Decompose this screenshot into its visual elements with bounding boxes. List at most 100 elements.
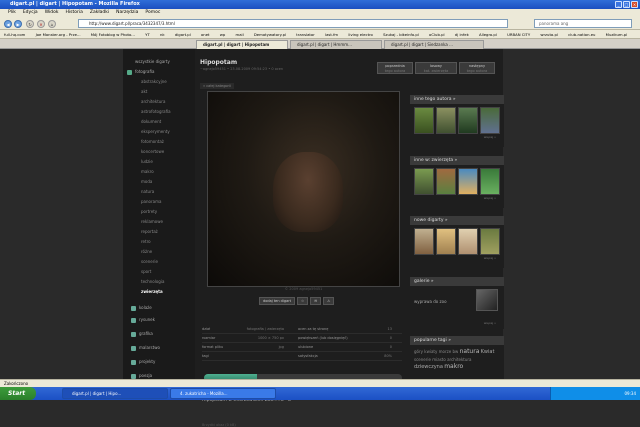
- sidebar-subitem[interactable]: koncertowe: [123, 147, 195, 157]
- mail-icon[interactable]: ✉: [310, 297, 322, 305]
- back-icon[interactable]: ◀: [4, 20, 12, 28]
- sidebar-item-photography[interactable]: fotografia: [123, 67, 195, 77]
- menu-item-file[interactable]: Plik: [8, 9, 16, 17]
- tag-link[interactable]: Kwiat: [481, 349, 495, 355]
- new-works-header[interactable]: nowe digarty »: [410, 216, 504, 225]
- tag-link[interactable]: morze: [439, 349, 452, 354]
- sidebar-subitem[interactable]: technologia: [123, 277, 195, 287]
- sidebar-subitem-selected[interactable]: zwierzęta: [123, 287, 195, 297]
- bookmark-item[interactable]: club-nation.eu: [568, 32, 595, 37]
- thumbnail[interactable]: [414, 107, 434, 134]
- sidebar-item-graphics[interactable]: grafika: [123, 327, 195, 341]
- bookmark-item[interactable]: full-hq.com: [4, 32, 25, 37]
- tag-link[interactable]: góry: [414, 349, 423, 354]
- report-icon[interactable]: ⚠: [323, 297, 335, 305]
- category-works-header[interactable]: inne w: zwierzęta »: [410, 156, 504, 165]
- search-input[interactable]: panorama ang: [534, 19, 632, 28]
- more-link[interactable]: więcej »: [410, 135, 504, 139]
- bookmark-item[interactable]: Demotywatory.pl: [254, 32, 286, 37]
- gallery-header[interactable]: galerie »: [410, 277, 504, 286]
- sidebar-subitem[interactable]: różne: [123, 247, 195, 257]
- tag-link[interactable]: miasto: [432, 357, 446, 362]
- sidebar-subitem[interactable]: reklamowe: [123, 217, 195, 227]
- sidebar-subitem[interactable]: portrety: [123, 207, 195, 217]
- close-button[interactable]: ×: [631, 1, 638, 8]
- bookmark-item[interactable]: living electro: [348, 32, 373, 37]
- bookmark-item[interactable]: oClub.pl: [429, 32, 445, 37]
- sidebar-subitem[interactable]: abstrakcyjne: [123, 77, 195, 87]
- home-icon[interactable]: ⌂: [48, 20, 56, 28]
- sidebar-subitem[interactable]: reportaż: [123, 227, 195, 237]
- stop-icon[interactable]: ×: [37, 20, 45, 28]
- sidebar-item-drawing[interactable]: rysunek: [123, 313, 195, 327]
- bookmark-item[interactable]: Muzikum.pl: [606, 32, 628, 37]
- bookmark-item[interactable]: last.fm: [325, 32, 338, 37]
- comments-link[interactable]: Brzydki okaz (0 kB): [202, 423, 236, 427]
- more-link[interactable]: więcej »: [410, 196, 504, 200]
- sidebar-item-all[interactable]: wszystkie digarty: [123, 57, 195, 67]
- sidebar-item-painting[interactable]: malarstwo: [123, 341, 195, 355]
- bookmark-item[interactable]: Allegro.pl: [479, 32, 497, 37]
- sidebar-subitem[interactable]: natura: [123, 187, 195, 197]
- tag-link[interactable]: makro: [444, 363, 463, 370]
- bookmark-item[interactable]: URBAN CITY: [507, 32, 530, 37]
- thumbnail[interactable]: [436, 107, 456, 134]
- popular-tags-header[interactable]: popularne tagi »: [410, 336, 504, 345]
- tab[interactable]: digart.pl | digart | Hmmm...: [290, 40, 382, 49]
- bookmark-item[interactable]: digart.pl: [175, 32, 191, 37]
- sidebar-subitem[interactable]: astrofotografia: [123, 107, 195, 117]
- bookmark-item[interactable]: mail: [236, 32, 244, 37]
- sidebar-subitem[interactable]: scenerie: [123, 257, 195, 267]
- taskbar-item-firefox[interactable]: digart.pl | digart | Hipo...: [62, 388, 168, 399]
- author-works-header[interactable]: inne tego autora »: [410, 95, 504, 104]
- tag-link[interactable]: scenerie: [414, 357, 431, 362]
- bookmark-item[interactable]: wp: [220, 32, 226, 37]
- start-button[interactable]: Start: [0, 387, 36, 400]
- menu-item-edit[interactable]: Edycja: [23, 9, 38, 17]
- sidebar-item-projects[interactable]: projekty: [123, 355, 195, 369]
- forward-icon[interactable]: ▶: [14, 20, 22, 28]
- tag-link[interactable]: kwiaty: [424, 349, 437, 354]
- thumbnail[interactable]: [458, 228, 478, 255]
- back-to-category-link[interactable]: « całej kategorii: [200, 83, 234, 89]
- tab-active[interactable]: digart.pl | digart | Hipopotam: [196, 40, 288, 49]
- next-button[interactable]: następny tego autora: [459, 62, 495, 74]
- bookmark-item[interactable]: Joe Monster.org - Prze...: [36, 32, 81, 37]
- tag-link[interactable]: dziewczyna: [414, 364, 443, 370]
- tag-link[interactable]: bw: [453, 349, 459, 354]
- more-link[interactable]: więcej »: [410, 256, 504, 260]
- thumbnail[interactable]: [414, 228, 434, 255]
- prev-button[interactable]: poprzednia tego autora: [377, 62, 413, 74]
- menu-item-history[interactable]: Historia: [66, 9, 83, 17]
- menu-item-view[interactable]: Widok: [45, 9, 59, 17]
- sidebar-subitem[interactable]: fotomontaż: [123, 137, 195, 147]
- sidebar-subitem[interactable]: moda: [123, 177, 195, 187]
- reload-icon[interactable]: ↻: [26, 20, 34, 28]
- bookmark-item[interactable]: Szukaj - bikeinfo.pl: [383, 32, 419, 37]
- menu-item-help[interactable]: Pomoc: [145, 9, 160, 17]
- bookmark-item[interactable]: dj infek: [455, 32, 469, 37]
- tag-link[interactable]: natura: [460, 348, 480, 355]
- taskbar-item-window[interactable]: 4. zukatricha - Mozilla...: [170, 388, 276, 399]
- main-photo[interactable]: [207, 91, 400, 287]
- minimize-button[interactable]: _: [615, 1, 622, 8]
- sidebar-subitem[interactable]: architektura: [123, 97, 195, 107]
- gallery-thumbnail[interactable]: [476, 289, 498, 311]
- bookmark-item[interactable]: nk: [160, 32, 165, 37]
- bookmark-item[interactable]: YT: [145, 32, 150, 37]
- add-digart-button[interactable]: dodaj ten digart: [259, 297, 296, 305]
- sidebar-item-collage[interactable]: kolaże: [123, 303, 195, 313]
- thumbnail[interactable]: [414, 168, 434, 195]
- sidebar-subitem[interactable]: ludzie: [123, 157, 195, 167]
- bookmark-item[interactable]: Mój Fotoblog w Photo...: [91, 32, 135, 37]
- maximize-button[interactable]: □: [623, 1, 630, 8]
- gallery-name[interactable]: wyprawa do zoo: [414, 299, 447, 304]
- sidebar-subitem[interactable]: dokument: [123, 117, 195, 127]
- sidebar-subitem[interactable]: retro: [123, 237, 195, 247]
- thumbnail[interactable]: [480, 107, 500, 134]
- thumbnail[interactable]: [480, 168, 500, 195]
- sidebar-subitem[interactable]: eksperymenty: [123, 127, 195, 137]
- sidebar-subitem[interactable]: akt: [123, 87, 195, 97]
- favorite-icon[interactable]: ☆: [297, 297, 309, 305]
- menu-item-tools[interactable]: Narzędzia: [116, 9, 138, 17]
